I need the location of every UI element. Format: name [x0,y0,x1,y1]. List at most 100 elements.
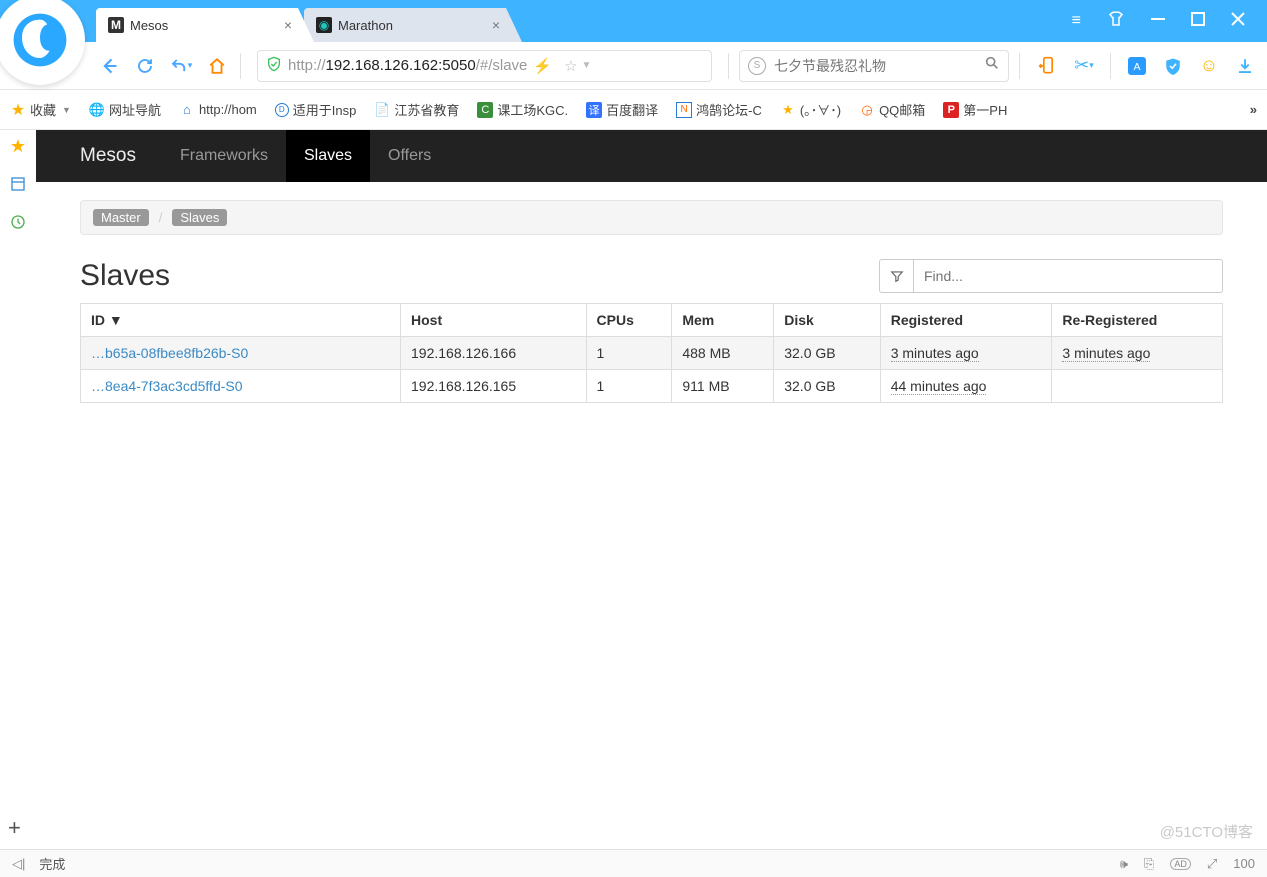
tab-strip: M Mesos × ◉ Marathon × [96,6,512,42]
cell-registered: 3 minutes ago [891,345,979,362]
bookmark-item[interactable]: ★(｡･∀･) [780,100,841,119]
col-id[interactable]: ID ▼ [81,304,401,337]
star-icon[interactable]: ★ [8,136,28,156]
sound-icon[interactable]: 🕪 [1120,856,1128,872]
mesos-navbar: Mesos Frameworks Slaves Offers [36,130,1267,182]
history-icon[interactable] [8,212,28,232]
download-icon[interactable] [1235,56,1255,76]
col-reg[interactable]: Registered [880,304,1052,337]
slave-id-link[interactable]: b65a-08fbee8fb26b-S0 [105,345,248,361]
bookmarks-overflow-icon[interactable]: » [1250,102,1257,117]
cell-cpus: 1 [586,370,672,403]
tab-marathon[interactable]: ◉ Marathon × [304,8,522,42]
slave-id-link[interactable]: 8ea4-7f3ac3cd5ffd-S0 [105,378,243,394]
back-button[interactable] [96,53,122,79]
shield-icon[interactable] [1163,56,1183,76]
bookmark-item[interactable]: ⌂ http://hom [179,102,257,118]
separator [1110,53,1111,79]
find-input[interactable] [913,259,1223,293]
phone-sync-icon[interactable] [1038,56,1058,76]
bookmark-item[interactable]: D适用于Insp [275,100,357,119]
tab-title: Mesos [130,18,168,33]
bolt-icon: ⚡ [533,57,552,75]
search-input[interactable] [774,58,984,74]
url-host: 192.168.126.162:5050 [326,57,476,74]
star-icon: ★ [780,102,796,118]
home-icon: ⌂ [179,102,195,118]
filter-button[interactable] [879,259,913,293]
bookmark-item[interactable]: 🌐网址导航 [89,100,161,119]
menu-icon[interactable]: ≡ [1072,12,1081,30]
bookmark-item[interactable]: 📄江苏省教育 [374,100,459,119]
bookmark-item[interactable]: ◶QQ邮箱 [859,100,925,119]
home-button[interactable] [204,53,230,79]
cell-registered: 44 minutes ago [891,378,987,395]
star-icon[interactable]: ☆ [564,57,577,75]
bookmark-item[interactable]: N鸿鹄论坛-C [676,100,762,119]
nav-frameworks[interactable]: Frameworks [162,130,286,182]
bookmark-item[interactable]: C课工场KGC. [477,100,568,119]
lock-icon[interactable]: ⎘ [1144,856,1154,872]
col-cpus[interactable]: CPUs [586,304,672,337]
zoom-value-icon[interactable]: 100 [1233,856,1255,871]
bookmark-label: 适用于Insp [293,100,357,119]
breadcrumb: Master / Slaves [80,200,1223,235]
minimize-icon[interactable] [1151,12,1165,31]
translate-icon[interactable]: A [1127,56,1147,76]
sidebar-toggle-icon[interactable]: ◁| [12,856,25,872]
bookmark-label: 课工场KGC. [497,100,568,119]
ad-icon[interactable]: AD [1170,858,1191,870]
bookmark-label: QQ邮箱 [879,100,925,119]
dropdown-icon[interactable]: ▼ [582,60,592,71]
cell-disk: 32.0 GB [774,370,880,403]
smiley-icon[interactable]: ☺ [1199,56,1219,76]
col-disk[interactable]: Disk [774,304,880,337]
maximize-icon[interactable] [1191,12,1205,31]
undo-button[interactable]: ▾ [168,53,194,79]
col-host[interactable]: Host [401,304,587,337]
cell-mem: 488 MB [672,337,774,370]
separator [728,53,729,79]
zoom-icon[interactable]: ⤢ [1207,856,1217,872]
bookmark-label: 鸿鹄论坛-C [696,100,762,119]
p-icon: P [943,102,959,118]
panel-icon[interactable] [8,174,28,194]
col-mem[interactable]: Mem [672,304,774,337]
brand-link[interactable]: Mesos [80,130,162,182]
separator [240,53,241,79]
breadcrumb-master[interactable]: Master [93,209,149,226]
magnifier-icon[interactable] [984,55,1000,76]
url-path: /#/slave [476,57,528,74]
tab-close-icon[interactable]: × [492,17,500,33]
bookmark-label: (｡･∀･) [800,100,841,119]
tab-mesos[interactable]: M Mesos × [96,8,314,42]
shirt-icon[interactable] [1107,10,1125,33]
breadcrumb-slaves[interactable]: Slaves [172,209,227,226]
cell-reregistered: 3 minutes ago [1062,345,1150,362]
favicon: ◉ [316,17,332,33]
bookmark-label: 百度翻译 [606,100,658,119]
toolbar-right-icons: ✂▾ A ☺ [1038,53,1255,79]
ellipsis: … [91,345,105,361]
nav-offers[interactable]: Offers [370,130,449,182]
cell-disk: 32.0 GB [774,337,880,370]
tab-close-icon[interactable]: × [284,17,292,33]
new-tab-button[interactable]: + [8,815,21,841]
bookmark-label: http://hom [199,102,257,117]
bookmark-item[interactable]: 译百度翻译 [586,100,658,119]
favorites-button[interactable]: ★收藏▼ [10,100,71,119]
bookmark-item[interactable]: P第一PH [943,100,1007,119]
reload-button[interactable] [132,53,158,79]
find-group [879,259,1223,293]
ellipsis: … [91,378,105,394]
star-icon: ★ [10,102,26,118]
search-box[interactable]: S [739,50,1009,82]
close-icon[interactable] [1231,12,1245,31]
scissors-icon[interactable]: ✂▾ [1074,56,1094,76]
nav-slaves[interactable]: Slaves [286,130,370,182]
col-rereg[interactable]: Re-Registered [1052,304,1223,337]
search-engine-icon[interactable]: S [748,57,766,75]
address-bar[interactable]: http:// 192.168.126.162:5050 /#/slave ⚡ … [257,50,712,82]
bookmark-label: 江苏省教育 [394,100,459,119]
browser-titlebar: M Mesos × ◉ Marathon × ≡ [0,0,1267,42]
